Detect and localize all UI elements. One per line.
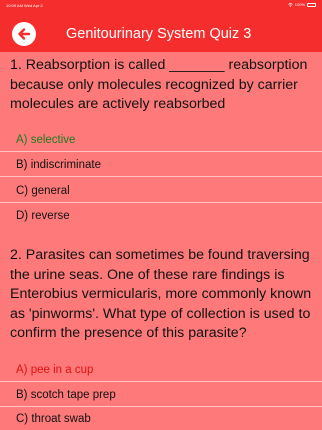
status-time-date: 10:09 AM Wed Apr 2: [6, 3, 43, 8]
header-bar: 10:09 AM Wed Apr 2 100% Genitourinary Sy…: [0, 0, 322, 52]
divider: [0, 151, 322, 152]
divider: [0, 176, 322, 177]
divider: [0, 406, 322, 407]
battery-percent: 100%: [294, 2, 305, 7]
battery-icon: [307, 2, 316, 7]
wifi-icon: [288, 2, 293, 7]
question-1-option-c[interactable]: C) general: [16, 185, 70, 197]
question-2-option-b[interactable]: B) scotch tape prep: [16, 389, 116, 401]
divider: [0, 202, 322, 203]
question-2-option-a[interactable]: A) pee in a cup: [16, 364, 93, 376]
arrow-left-icon: [18, 28, 31, 40]
question-1-option-b[interactable]: B) indiscriminate: [16, 159, 101, 171]
question-1-option-a[interactable]: A) selective: [16, 134, 75, 146]
divider: [0, 381, 322, 382]
question-1-option-d[interactable]: D) reverse: [16, 210, 70, 222]
question-2-option-c[interactable]: C) throat swab: [16, 413, 91, 425]
status-indicators: 100%: [288, 2, 316, 7]
status-bar: 10:09 AM Wed Apr 2 100%: [0, 0, 322, 11]
question-1-text: 1. Reabsorption is called _______ reabso…: [10, 57, 308, 112]
back-button[interactable]: [12, 22, 36, 46]
page-title: Genitourinary System Quiz 3: [66, 26, 252, 42]
question-2-text: 2. Parasites can sometimes be found trav…: [10, 247, 312, 341]
